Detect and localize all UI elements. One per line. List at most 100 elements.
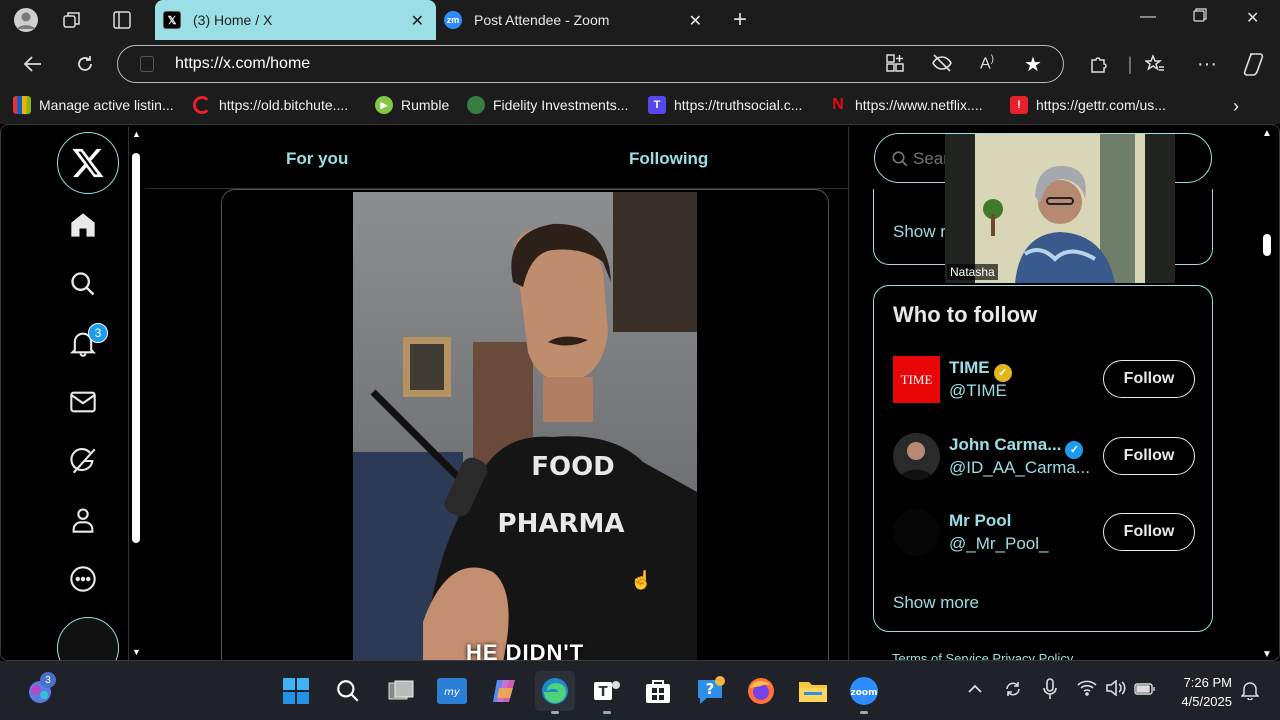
follow-button[interactable]: Follow bbox=[1103, 360, 1195, 398]
messages-envelope-icon[interactable] bbox=[65, 384, 101, 420]
profile-icon[interactable] bbox=[65, 502, 101, 538]
teams-icon[interactable]: T bbox=[587, 671, 627, 714]
microphone-icon[interactable] bbox=[1043, 678, 1057, 704]
scrollbar-thumb[interactable] bbox=[132, 153, 140, 543]
copilot-icon[interactable] bbox=[1242, 52, 1270, 76]
profile-avatar-icon[interactable] bbox=[12, 6, 40, 34]
footer-links[interactable]: Terms of Service Privacy Policy bbox=[892, 651, 1073, 660]
grok-icon[interactable] bbox=[65, 443, 101, 479]
address-text: https://x.com/home bbox=[175, 55, 311, 72]
get-help-icon[interactable]: ? bbox=[690, 671, 730, 711]
task-view-icon[interactable] bbox=[381, 671, 421, 711]
follow-button[interactable]: Follow bbox=[1103, 513, 1195, 551]
refresh-icon[interactable] bbox=[73, 52, 97, 76]
app-available-icon[interactable] bbox=[886, 54, 904, 77]
home-icon[interactable] bbox=[65, 207, 101, 243]
netflix-icon: N bbox=[832, 96, 844, 113]
new-tab-icon[interactable]: + bbox=[726, 6, 754, 34]
x-logo-icon[interactable] bbox=[57, 132, 119, 194]
file-explorer-icon[interactable] bbox=[793, 671, 833, 711]
search-icon[interactable] bbox=[65, 266, 101, 302]
notifications-badge: 3 bbox=[88, 323, 108, 343]
scroll-down-arrow-icon[interactable]: ▼ bbox=[1262, 649, 1272, 660]
trends-show-more-link[interactable]: Show r bbox=[893, 222, 946, 242]
favorites-icon[interactable] bbox=[1143, 52, 1167, 76]
minimize-icon[interactable]: — bbox=[1140, 8, 1156, 26]
widgets-icon[interactable]: 3 bbox=[20, 671, 60, 711]
browser-tab-strip: 𝕏 (3) Home / X ✕ zm Post Attendee - Zoom… bbox=[0, 0, 1280, 40]
address-bar[interactable]: https://x.com/home A) ★ bbox=[117, 45, 1064, 83]
who-to-follow-show-more-link[interactable]: Show more bbox=[893, 593, 979, 613]
participant-video bbox=[945, 134, 1175, 283]
extensions-icon[interactable] bbox=[1086, 52, 1110, 76]
scroll-up-arrow-icon[interactable]: ▲ bbox=[132, 129, 141, 139]
mylife-app-icon[interactable]: my bbox=[432, 671, 472, 711]
hand-cursor-icon: ☝ bbox=[630, 570, 653, 590]
bookmark-item[interactable]: Fidelity Investments... bbox=[467, 96, 628, 114]
edge-browser-icon[interactable] bbox=[535, 671, 575, 714]
truthsocial-icon: T bbox=[648, 96, 666, 114]
zoom-app-icon[interactable]: zoom bbox=[844, 671, 884, 714]
bookmark-item[interactable]: N https://www.netflix.... bbox=[829, 96, 983, 114]
zoom-video-overlay[interactable]: Natasha bbox=[945, 134, 1175, 283]
avatar bbox=[893, 509, 940, 556]
bookmark-label: https://www.netflix.... bbox=[855, 97, 983, 113]
firefox-icon[interactable] bbox=[741, 671, 781, 711]
microsoft-store-icon[interactable] bbox=[638, 671, 678, 711]
gettr-icon: ! bbox=[1010, 96, 1028, 114]
scroll-up-arrow-icon[interactable]: ▲ bbox=[1262, 128, 1272, 139]
more-bookmarks-chevron-icon[interactable]: › bbox=[1233, 96, 1239, 117]
tab-actions-icon[interactable] bbox=[108, 6, 136, 34]
follow-button[interactable]: Follow bbox=[1103, 437, 1195, 475]
tab-for-you[interactable]: For you bbox=[286, 149, 348, 169]
copilot-app-icon[interactable] bbox=[484, 671, 524, 711]
bookmark-item[interactable]: T https://truthsocial.c... bbox=[648, 96, 802, 114]
avatar: TIME bbox=[893, 356, 940, 403]
follow-suggestion[interactable]: Mr Pool @_Mr_Pool_ Follow bbox=[893, 509, 1195, 559]
bookmark-item[interactable]: ! https://gettr.com/us... bbox=[1010, 96, 1166, 114]
svg-text:zoom: zoom bbox=[851, 688, 878, 698]
shirt-text-top: FOOD bbox=[531, 452, 615, 482]
volume-icon[interactable] bbox=[1105, 679, 1127, 700]
close-tab-icon[interactable]: ✕ bbox=[411, 11, 424, 31]
more-options-icon[interactable] bbox=[65, 561, 101, 597]
battery-icon[interactable] bbox=[1134, 682, 1156, 699]
close-window-icon[interactable]: ✕ bbox=[1246, 8, 1259, 28]
follow-suggestion[interactable]: John Carma... ✓ @ID_AA_Carma... Follow bbox=[893, 433, 1195, 483]
sidebar-scrollbar[interactable]: ▲ ▼ bbox=[131, 129, 141, 659]
read-aloud-icon[interactable]: A) bbox=[980, 54, 994, 73]
bitchute-icon bbox=[193, 96, 211, 114]
tab-x-home[interactable]: 𝕏 (3) Home / X ✕ bbox=[155, 0, 436, 40]
scroll-down-arrow-icon[interactable]: ▼ bbox=[132, 647, 141, 657]
browser-navbar: https://x.com/home A) ★ | ··· bbox=[0, 40, 1280, 88]
tab-zoom[interactable]: zm Post Attendee - Zoom ✕ bbox=[436, 0, 714, 40]
blue-verified-badge-icon: ✓ bbox=[1065, 441, 1084, 459]
taskbar-search-icon[interactable] bbox=[328, 671, 368, 711]
wifi-icon[interactable] bbox=[1077, 680, 1097, 700]
scrollbar-thumb[interactable] bbox=[1263, 234, 1271, 256]
workspaces-icon[interactable] bbox=[58, 6, 86, 34]
tracking-prevention-icon[interactable] bbox=[932, 54, 952, 77]
restore-icon[interactable] bbox=[1193, 8, 1207, 27]
tab-title: (3) Home / X bbox=[193, 12, 273, 28]
svg-text:my: my bbox=[444, 687, 461, 698]
page-scrollbar[interactable]: ▲ ▼ bbox=[1259, 126, 1275, 660]
more-menu-icon[interactable]: ··· bbox=[1195, 52, 1219, 76]
tab-following[interactable]: Following bbox=[629, 149, 708, 169]
widgets-badge: 3 bbox=[40, 672, 56, 688]
back-icon[interactable] bbox=[21, 52, 45, 76]
clock-date: 4/5/2025 bbox=[1181, 694, 1232, 709]
bookmark-item[interactable]: Manage active listin... bbox=[13, 96, 174, 114]
close-tab-icon[interactable]: ✕ bbox=[689, 11, 702, 31]
favorite-star-icon[interactable]: ★ bbox=[1024, 52, 1042, 77]
bookmark-label: Rumble bbox=[401, 97, 450, 113]
post-compose-button[interactable] bbox=[57, 617, 119, 660]
show-hidden-icons-chevron-icon[interactable] bbox=[967, 681, 983, 698]
follow-suggestion[interactable]: TIME TIME ✓ @TIME Follow bbox=[893, 356, 1195, 406]
system-clock[interactable]: 7:26 PM 4/5/2025 bbox=[1170, 673, 1232, 711]
start-windows-icon[interactable] bbox=[276, 671, 316, 711]
bookmark-item[interactable]: https://old.bitchute.... bbox=[193, 96, 348, 114]
sync-icon[interactable] bbox=[1003, 679, 1023, 703]
notification-center-icon[interactable] bbox=[1240, 680, 1260, 704]
bookmark-item[interactable]: ▶ Rumble bbox=[375, 96, 449, 114]
